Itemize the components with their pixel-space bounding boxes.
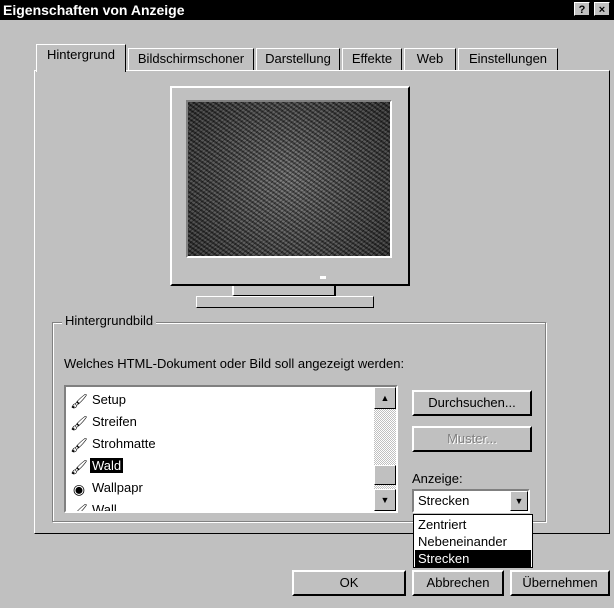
display-option-strecken[interactable]: Strecken: [415, 550, 531, 567]
tab-panel: [34, 70, 610, 534]
display-dropdown-list[interactable]: Zentriert Nebeneinander Strecken: [413, 514, 533, 568]
groupbox-legend: Hintergrundbild: [62, 313, 157, 328]
display-option-nebeneinander[interactable]: Nebeneinander: [415, 533, 531, 550]
title-bar: Eigenschaften von Anzeige ? ×: [0, 0, 614, 20]
tab-effekte[interactable]: Effekte: [342, 48, 402, 70]
tab-darstellung[interactable]: Darstellung: [256, 48, 340, 70]
apply-button[interactable]: Übernehmen: [510, 570, 610, 596]
tab-bildschirmschoner[interactable]: Bildschirmschoner: [128, 48, 254, 70]
ok-button[interactable]: OK: [292, 570, 406, 596]
tab-einstellungen[interactable]: Einstellungen: [458, 48, 558, 70]
tab-hintergrund[interactable]: Hintergrund: [36, 44, 126, 72]
help-button[interactable]: ?: [574, 2, 590, 16]
display-option-zentriert[interactable]: Zentriert: [415, 516, 531, 533]
cancel-button[interactable]: Abbrechen: [412, 570, 504, 596]
tab-web[interactable]: Web: [404, 48, 456, 70]
window-title: Eigenschaften von Anzeige: [3, 2, 185, 18]
close-button[interactable]: ×: [594, 2, 610, 16]
